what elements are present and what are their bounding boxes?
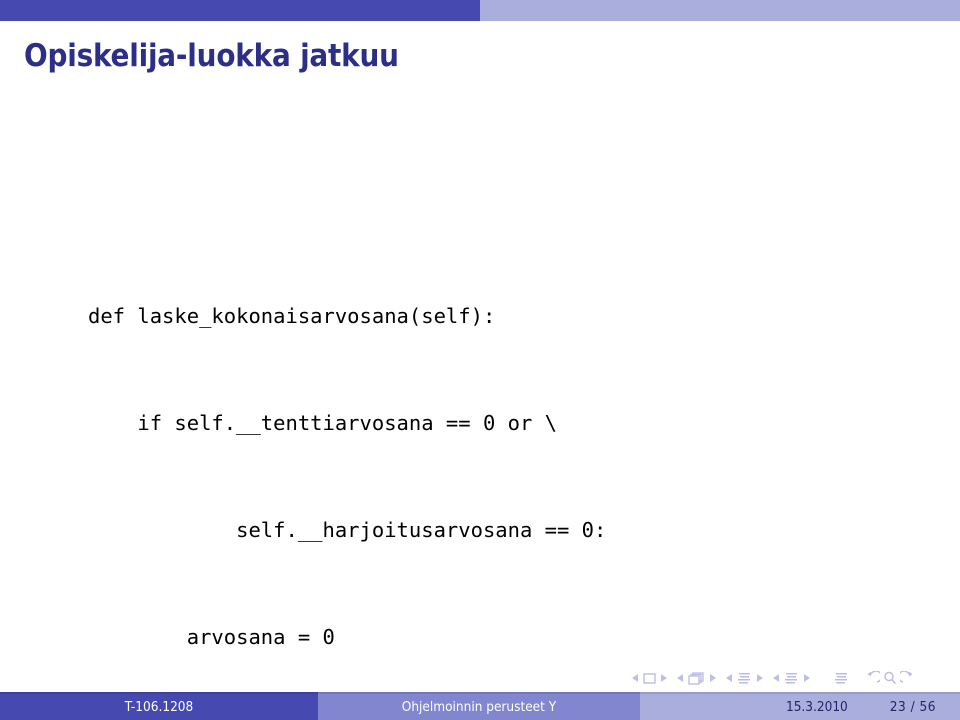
prev-subsection-icon[interactable] [726, 674, 732, 682]
prev-slide-icon[interactable] [632, 674, 638, 682]
footer-course-name: Ohjelmoinnin perusteet Y [318, 692, 640, 720]
next-section-icon[interactable] [804, 674, 810, 682]
footer-meta: 15.3.2010 23 / 56 [640, 692, 960, 720]
next-frame-icon[interactable] [710, 674, 716, 682]
footer-course-code: T-106.1208 [0, 692, 318, 720]
code-listing: def laske_kokonaisarvosana(self): if sel… [88, 228, 742, 720]
slide-icon[interactable] [643, 672, 656, 684]
slide-footbar: T-106.1208 Ohjelmoinnin perusteet Y 15.3… [0, 692, 960, 720]
subsection-icon[interactable] [737, 672, 752, 685]
frame-navigation-group[interactable] [677, 671, 716, 685]
headbar-left-section [0, 0, 480, 21]
prev-section-icon[interactable] [773, 674, 779, 682]
slide-headbar [0, 0, 960, 21]
footer-date: 15.3.2010 [785, 699, 848, 715]
beamer-navigation-bar[interactable] [632, 668, 944, 688]
code-line: if self.__tenttiarvosana == 0 or \ [88, 410, 557, 435]
find-icon[interactable] [883, 671, 897, 685]
section-icon[interactable] [784, 672, 799, 685]
forward-icon[interactable] [897, 670, 915, 685]
back-icon[interactable] [865, 670, 883, 685]
code-line: def laske_kokonaisarvosana(self): [88, 304, 496, 329]
presentation-slide: Opiskelija-luokka jatkuu def laske_kokon… [0, 0, 960, 720]
prev-frame-icon[interactable] [677, 674, 683, 682]
section-navigation-group[interactable] [773, 672, 810, 685]
code-line: self.__harjoitusarvosana == 0: [88, 517, 607, 542]
next-slide-icon[interactable] [661, 674, 667, 682]
code-line: arvosana = 0 [88, 624, 335, 649]
headbar-right-section [480, 0, 960, 21]
subsection-navigation-group[interactable] [726, 672, 763, 685]
toc-icon[interactable] [834, 672, 849, 685]
frames-icon[interactable] [688, 671, 705, 685]
slide-navigation-group[interactable] [632, 672, 667, 684]
slide-title: Opiskelija-luokka jatkuu [24, 38, 399, 74]
footer-page-number: 23 / 56 [889, 699, 936, 715]
next-subsection-icon[interactable] [757, 674, 763, 682]
